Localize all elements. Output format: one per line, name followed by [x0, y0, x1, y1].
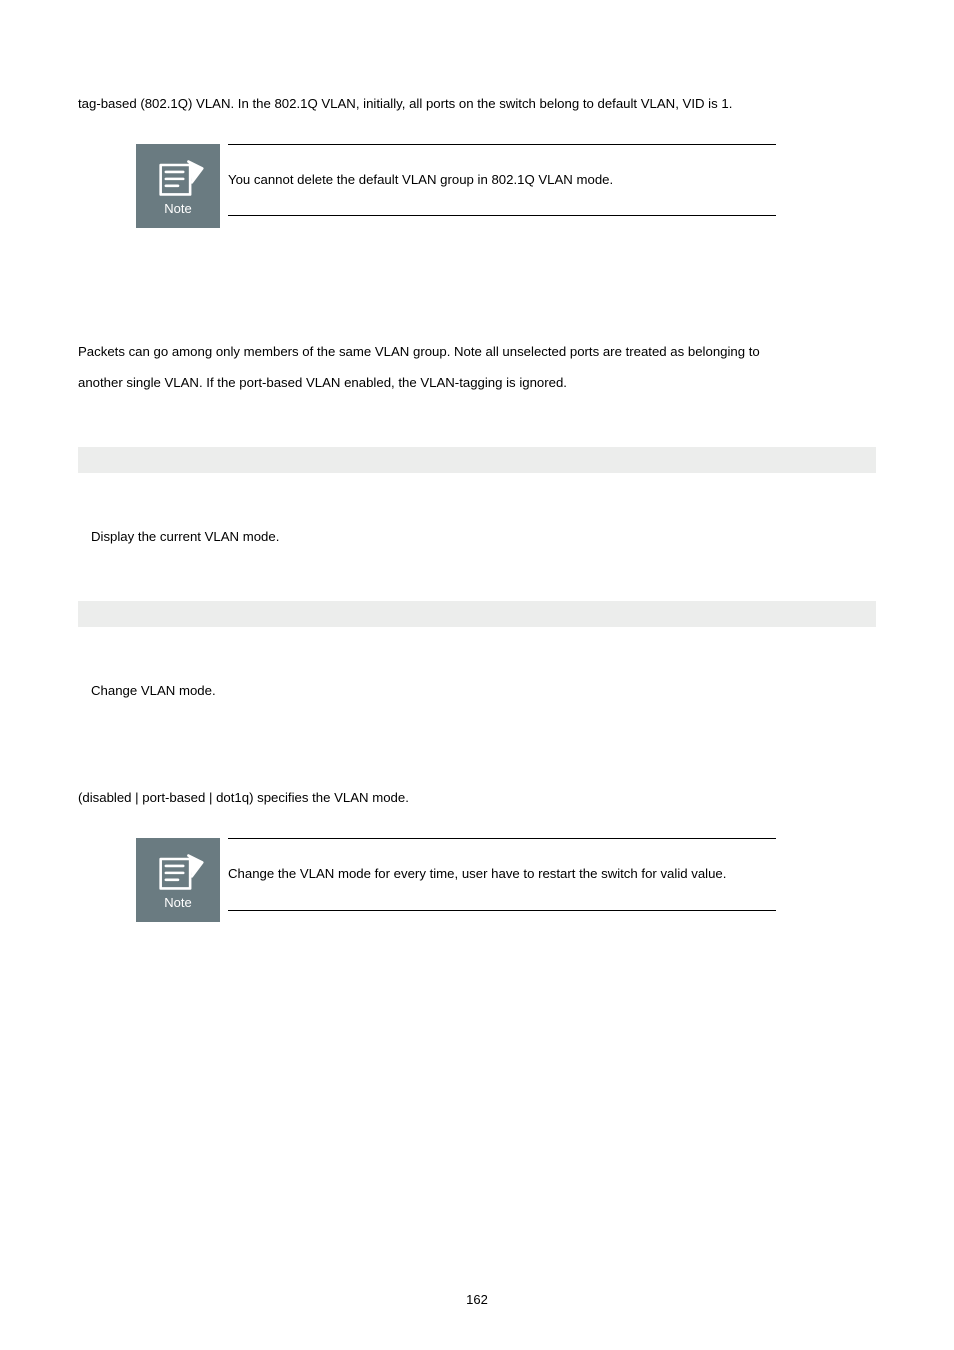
- packets-paragraph-line1: Packets can go among only members of the…: [78, 336, 876, 368]
- note-text: You cannot delete the default VLAN group…: [228, 145, 776, 215]
- spacer: [78, 491, 876, 521]
- grey-bar: [78, 447, 876, 473]
- spacer: [78, 553, 876, 583]
- note-icon-box: Note: [136, 144, 220, 228]
- note-body: Change the VLAN mode for every time, use…: [228, 838, 776, 910]
- note-rule-bottom: [228, 215, 776, 216]
- packets-paragraph-line2: another single VLAN. If the port-based V…: [78, 367, 876, 399]
- display-mode-text: Display the current VLAN mode.: [91, 521, 876, 553]
- spacer: [78, 752, 876, 782]
- spacer: [78, 645, 876, 675]
- note-rule-bottom: [228, 910, 776, 911]
- note-block-2: Note Change the VLAN mode for every time…: [136, 838, 776, 922]
- note-icon: [152, 850, 204, 894]
- note-text: Change the VLAN mode for every time, use…: [228, 839, 776, 909]
- note-block-1: Note You cannot delete the default VLAN …: [136, 144, 776, 228]
- note-label: Note: [164, 896, 191, 910]
- spacer: [78, 706, 876, 752]
- change-mode-text: Change VLAN mode.: [91, 675, 876, 707]
- note-icon-box: Note: [136, 838, 220, 922]
- specifies-text: (disabled | port-based | dot1q) specifie…: [78, 782, 876, 814]
- intro-paragraph: tag-based (802.1Q) VLAN. In the 802.1Q V…: [78, 88, 876, 120]
- note-label: Note: [164, 202, 191, 216]
- note-icon: [152, 156, 204, 200]
- page-number: 162: [0, 1293, 954, 1306]
- spacer: [78, 399, 876, 429]
- document-page: tag-based (802.1Q) VLAN. In the 802.1Q V…: [0, 0, 954, 1350]
- note-body: You cannot delete the default VLAN group…: [228, 144, 776, 216]
- grey-bar: [78, 601, 876, 627]
- spacer: [78, 248, 876, 336]
